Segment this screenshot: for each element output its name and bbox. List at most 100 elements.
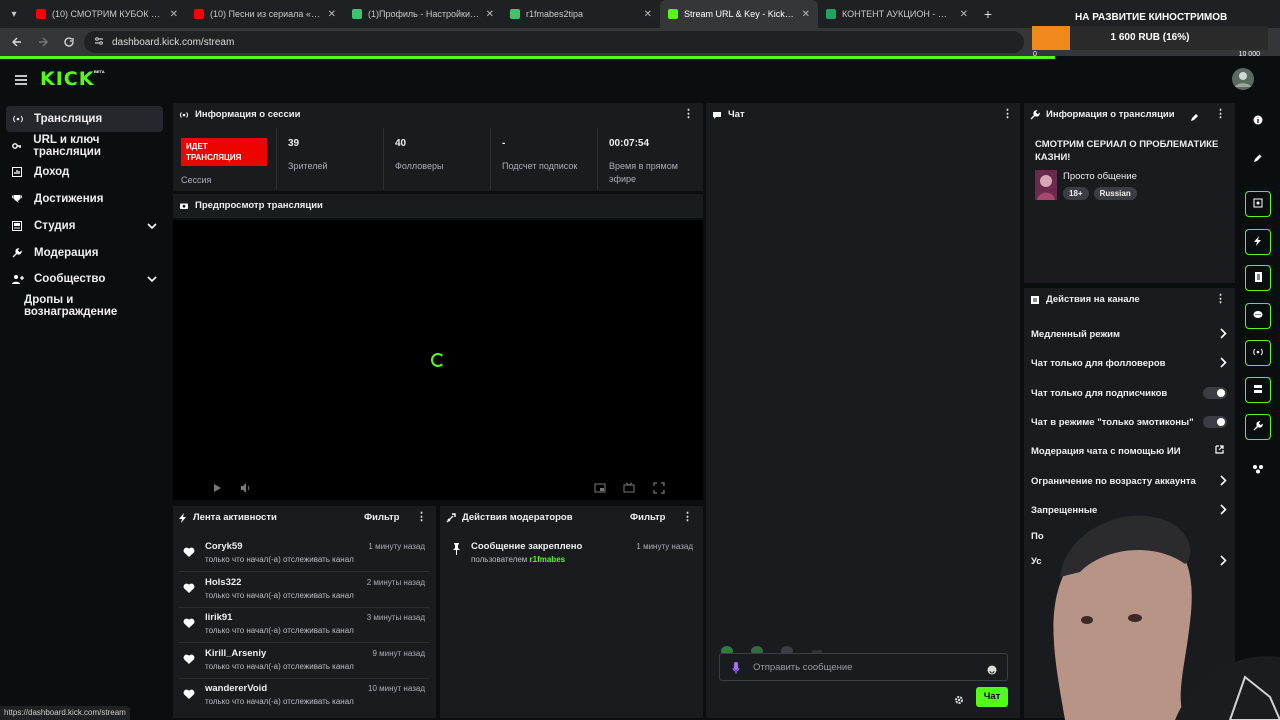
video-player[interactable] xyxy=(173,220,703,500)
activity-filter-button[interactable]: Фильтр xyxy=(364,512,399,523)
browser-tab[interactable]: (10) СМОТРИМ КУБОК МЦ LAS ✕ xyxy=(28,0,186,28)
viewers-label: Зрителей xyxy=(288,161,328,171)
channel-action-row[interactable]: Модерация чата с помощью ИИ xyxy=(1031,441,1227,461)
activity-time: 9 минут назад xyxy=(372,648,425,658)
session-kebab-menu-icon[interactable]: ⋮ xyxy=(683,107,694,121)
channel-action-toggle[interactable] xyxy=(1203,416,1227,428)
chevron-down-icon[interactable] xyxy=(147,221,157,233)
tab-close-icon[interactable]: ✕ xyxy=(802,9,810,20)
chat-kebab-menu-icon[interactable]: ⋮ xyxy=(1002,107,1013,121)
emoji-icon[interactable] xyxy=(987,662,997,680)
tab-close-icon[interactable]: ✕ xyxy=(328,9,336,20)
activity-username[interactable]: Hols322 xyxy=(205,577,241,588)
sidebar-item[interactable]: Трансляция xyxy=(6,106,163,132)
tab-title: КОНТЕНТ АУКЦИОН - Google Т xyxy=(842,9,954,19)
session-info-title: Информация о сессии xyxy=(195,109,301,120)
stream-preview-title-wrap: Предпросмотр трансляции xyxy=(179,200,323,211)
sidebar-item[interactable]: Студия xyxy=(6,213,163,239)
hamburger-menu-icon[interactable] xyxy=(14,73,28,85)
rail-button-broadcast[interactable] xyxy=(1245,340,1271,366)
rail-button-chat[interactable] xyxy=(1245,303,1271,329)
channel-action-row[interactable]: Чат в режиме "только эмотиконы" xyxy=(1031,412,1227,432)
broadcast-icon xyxy=(1252,344,1264,362)
reload-icon[interactable] xyxy=(58,31,80,53)
browser-tab[interactable]: Stream URL & Key - Kick Dashb ✕ xyxy=(660,0,818,28)
rail-button-lightning[interactable] xyxy=(1245,229,1271,255)
new-tab-button[interactable]: + xyxy=(976,6,1000,22)
sidebar-item[interactable]: Дропы и вознаграждение xyxy=(6,293,163,319)
subscriptions-label: Подсчет подписок xyxy=(502,161,578,171)
tab-close-icon[interactable]: ✕ xyxy=(170,9,178,20)
rail-button-document[interactable] xyxy=(1245,265,1271,291)
channel-action-row[interactable]: Чат только для подписчиков xyxy=(1031,383,1227,403)
users-icon[interactable] xyxy=(1252,461,1264,479)
channel-action-label: Модерация чата с помощью ИИ xyxy=(1031,445,1181,457)
browser-tab[interactable]: (10) Песни из сериала «Слово ✕ xyxy=(186,0,344,28)
activity-username[interactable]: Kirill_Arseniy xyxy=(205,648,266,659)
chat-settings-gear-icon[interactable] xyxy=(954,692,964,710)
activity-kebab-menu-icon[interactable]: ⋮ xyxy=(416,510,427,524)
url-text: dashboard.kick.com/stream xyxy=(112,36,235,48)
loading-spinner-icon xyxy=(431,353,445,367)
activity-row: Hols322 только что начал(-а) отслеживать … xyxy=(179,574,429,608)
mod-kebab-menu-icon[interactable]: ⋮ xyxy=(682,510,693,524)
browser-tab[interactable]: r1fmabes2tipa ✕ xyxy=(502,0,660,28)
broadcast-icon xyxy=(179,110,189,120)
channel-action-row[interactable]: Ограничение по возрасту аккаунта xyxy=(1031,471,1227,491)
volume-icon[interactable] xyxy=(240,482,252,494)
sidebar-item[interactable]: Доход xyxy=(6,159,163,185)
tab-close-icon[interactable]: ✕ xyxy=(960,9,968,20)
mod-actions-panel: Действия модераторов Фильтр ⋮ Сообщение … xyxy=(440,506,703,718)
chat-input[interactable]: Отправить сообщение xyxy=(719,653,1008,681)
picture-in-picture-icon[interactable] xyxy=(594,482,606,494)
activity-username[interactable]: wandererVoid xyxy=(205,683,267,694)
channel-action-toggle[interactable] xyxy=(1203,387,1227,399)
browser-tab[interactable]: (1)Профиль - Настройки - Tro ✕ xyxy=(344,0,502,28)
tab-close-icon[interactable]: ✕ xyxy=(486,9,494,20)
sidebar-item[interactable]: Сообщество xyxy=(6,266,163,292)
channel-action-row[interactable]: Медленный режим xyxy=(1031,324,1227,344)
rail-edit-pencil-icon[interactable] xyxy=(1253,150,1263,168)
chevron-down-icon[interactable] xyxy=(147,274,157,286)
tab-search-chevron-icon[interactable]: ▾ xyxy=(0,0,28,28)
kick-logo[interactable]: KICK xyxy=(40,68,94,90)
send-chat-button[interactable]: Чат xyxy=(976,687,1008,707)
mod-filter-button[interactable]: Фильтр xyxy=(630,512,665,523)
chat-bubble-icon xyxy=(1253,307,1263,325)
edit-pencil-icon[interactable] xyxy=(1190,109,1199,127)
activity-username[interactable]: Coryk59 xyxy=(205,541,243,552)
url-input[interactable]: dashboard.kick.com/stream xyxy=(84,31,1024,53)
sidebar-item[interactable]: Модерация xyxy=(6,240,163,266)
sidebar-item[interactable]: URL и ключ трансляции xyxy=(6,133,163,159)
play-icon[interactable] xyxy=(211,482,223,494)
tag-age[interactable]: 18+ xyxy=(1063,187,1089,200)
chat-input-placeholder: Отправить сообщение xyxy=(753,662,853,673)
category-name[interactable]: Просто общение xyxy=(1063,171,1137,182)
back-arrow-icon[interactable] xyxy=(6,31,28,53)
channel-actions-kebab-menu-icon[interactable]: ⋮ xyxy=(1215,292,1226,306)
tab-close-icon[interactable]: ✕ xyxy=(644,9,652,20)
activity-username[interactable]: lirik91 xyxy=(205,612,232,623)
channel-action-row[interactable]: Чат только для фолловеров xyxy=(1031,353,1227,373)
mod-action-by-user[interactable]: r1fmabes xyxy=(530,555,566,564)
chat-header: Чат xyxy=(712,109,745,120)
tag-language[interactable]: Russian xyxy=(1093,187,1137,200)
fullscreen-icon[interactable] xyxy=(653,482,665,494)
stream-info-kebab-menu-icon[interactable]: ⋮ xyxy=(1215,107,1226,121)
category-thumbnail[interactable] xyxy=(1035,170,1057,200)
sidebar: Трансляция URL и ключ трансляции Доход Дост… xyxy=(0,100,170,720)
user-avatar[interactable] xyxy=(1232,68,1254,90)
target-icon xyxy=(1253,195,1263,213)
site-info-icon[interactable] xyxy=(94,36,104,49)
browser-tab[interactable]: КОНТЕНТ АУКЦИОН - Google Т ✕ xyxy=(818,0,976,28)
microphone-icon[interactable] xyxy=(732,661,740,679)
rail-button-target[interactable] xyxy=(1245,191,1271,217)
forward-arrow-icon[interactable] xyxy=(32,31,54,53)
rail-button-wrench[interactable] xyxy=(1245,414,1271,440)
donation-amount: 1 600 RUB (16%) xyxy=(1110,32,1190,43)
theater-mode-icon[interactable] xyxy=(623,482,635,494)
sidebar-item-label: Студия xyxy=(34,219,76,232)
sidebar-item[interactable]: Достижения xyxy=(6,186,163,212)
info-icon[interactable] xyxy=(1253,112,1263,130)
rail-button-layout[interactable] xyxy=(1245,377,1271,403)
